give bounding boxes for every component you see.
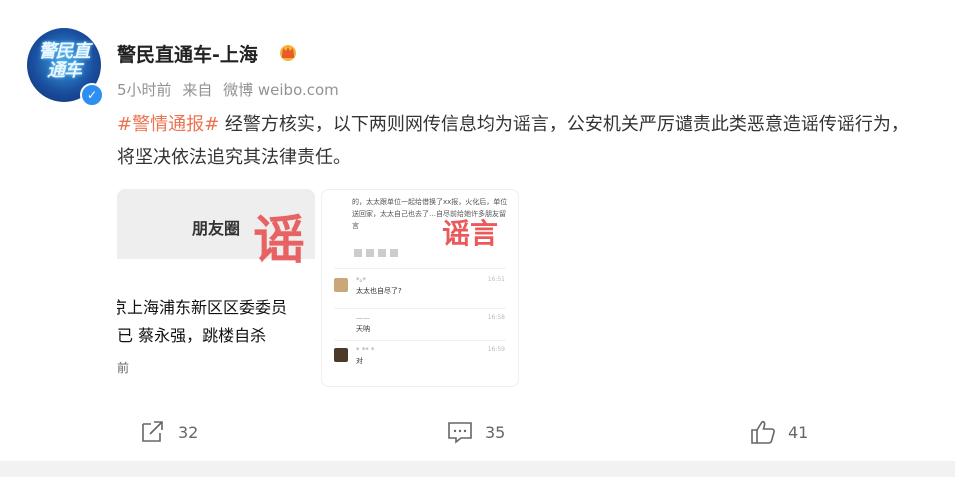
image-body: 京上海浦东新区区委委员 已 蔡永强，跳楼自杀 前 (117, 259, 315, 387)
chat-message: *ₒ* 太太也自尽了? 16:51 (334, 276, 509, 298)
topic-link[interactable]: #警情通报# (117, 114, 219, 135)
post-image-2[interactable]: 的，太太跟单位一起给借换了xx报，火化后，单位送回家，太太自己也去了…自尽前给她… (321, 189, 519, 387)
chat-text: 天呐 (356, 325, 370, 333)
image-text-line-1: 京上海浦东新区区委委员 (117, 298, 288, 317)
rumor-stamp: 谣 (253, 211, 306, 271)
comment-button[interactable]: 35 (447, 417, 505, 447)
comment-count: 35 (485, 422, 506, 442)
post-text: 经警方核实，以下两则网传信息均为谣言，公安机关严厉谴责此类恶意造谣传谣行为，将坚… (117, 114, 909, 168)
footer-divider-bar (0, 461, 955, 477)
author-name[interactable]: 警民直通车-上海 (117, 40, 258, 67)
rumor-stamp: 谣言 (442, 217, 499, 250)
chat-name: —— (356, 314, 370, 322)
image-text-line-2: 已 蔡永强，跳楼自杀 (117, 326, 267, 345)
like-button[interactable]: 41 (750, 417, 808, 447)
like-count: 41 (788, 422, 809, 442)
divider (334, 308, 506, 309)
divider (334, 268, 506, 269)
chat-time: 16:58 (487, 314, 505, 321)
action-bar: 32 35 41 (0, 417, 955, 447)
divider (334, 340, 506, 341)
verified-badge-icon: ✓ (80, 83, 104, 107)
post-time[interactable]: 5小时前 (117, 81, 172, 99)
repost-count: 32 (178, 422, 199, 442)
chat-message: —— 天呐 16:58 (334, 314, 509, 336)
share-icon (142, 421, 163, 442)
chat-avatar (334, 278, 348, 292)
avatar-text: 警民直通车 (38, 41, 91, 81)
post-source: 微博 weibo.com (223, 81, 339, 99)
chat-time: 16:59 (487, 346, 505, 353)
repost-button[interactable]: 32 (140, 417, 198, 447)
chat-name: * ** * (356, 346, 375, 354)
post-meta: 5小时前 来自 微博 weibo.com (117, 79, 345, 100)
image-text-footer: 前 (117, 361, 130, 375)
post-image-1[interactable]: 朋友圈 京上海浦东新区区委委员 已 蔡永强，跳楼自杀 前 谣 (117, 189, 315, 387)
chat-message: * ** * 对 16:59 (334, 346, 509, 368)
chat-avatar (334, 348, 348, 362)
crown-icon (280, 45, 296, 61)
post-content: #警情通报# 经警方核实，以下两则网传信息均为谣言，公安机关严厉谴责此类恶意造谣… (117, 108, 917, 174)
chat-text: 太太也自尽了? (356, 287, 402, 295)
chat-time: 16:51 (487, 276, 505, 283)
chat-name: *ₒ* (356, 276, 366, 284)
blurred-avatars (354, 242, 402, 257)
thumbs-up-icon (751, 420, 775, 444)
chat-text: 对 (356, 357, 363, 365)
source-prefix: 来自 (182, 81, 213, 99)
comment-icon (448, 422, 472, 444)
